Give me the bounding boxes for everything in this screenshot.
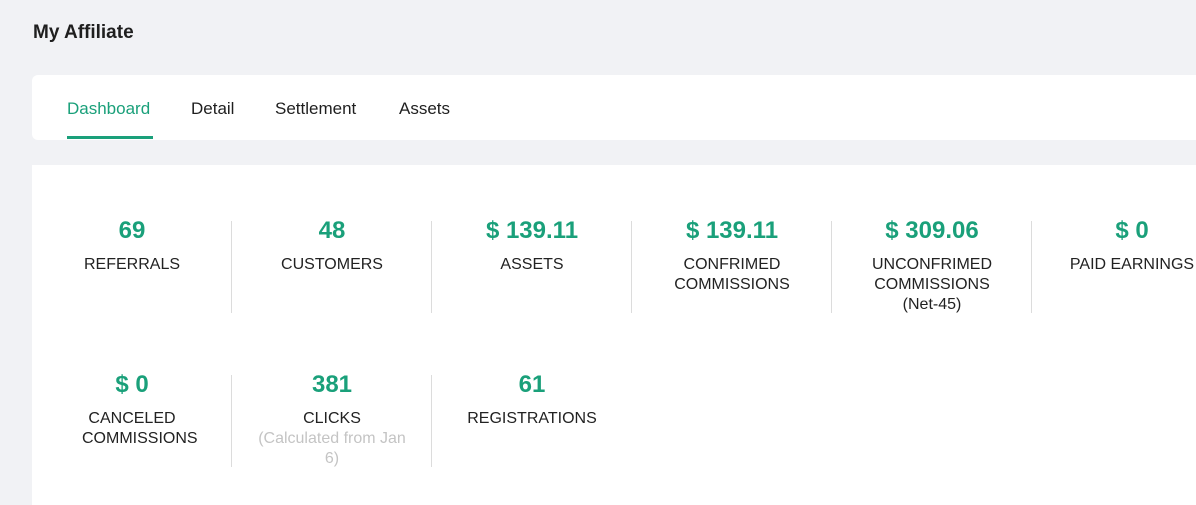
stat-value: $ 0	[1115, 217, 1149, 244]
stat-label: CANCELED COMMISSIONS	[82, 410, 198, 447]
stat-note: (Calculated from Jan 6)	[258, 430, 406, 467]
stat-referrals: 69 REFERRALS	[32, 217, 232, 275]
stat-assets: $ 139.11 ASSETS	[432, 217, 632, 275]
stat-label: REFERRALS	[83, 256, 181, 273]
stat-value: 48	[318, 217, 346, 244]
tab-detail[interactable]: Detail	[191, 99, 234, 119]
stat-label: CLICKS	[303, 410, 361, 427]
stat-value: $ 139.11	[685, 217, 779, 244]
page-title: My Affiliate	[33, 22, 134, 43]
stat-note: (Net-45)	[902, 296, 962, 313]
tab-bar: Dashboard Detail Settlement Assets	[32, 75, 1196, 140]
stat-registrations: 61 REGISTRATIONS	[432, 371, 632, 429]
stat-value: 69	[118, 217, 146, 244]
stat-label: PAID EARNINGS	[1069, 256, 1195, 273]
tab-dashboard[interactable]: Dashboard	[67, 99, 150, 119]
stat-clicks: 381 CLICKS (Calculated from Jan 6)	[232, 371, 432, 469]
tab-assets[interactable]: Assets	[399, 99, 450, 119]
stat-value: 381	[311, 371, 353, 398]
stat-value: $ 139.11	[485, 217, 579, 244]
stat-label: ASSETS	[500, 256, 564, 273]
tab-settlement[interactable]: Settlement	[275, 99, 356, 119]
stat-value: $ 0	[115, 371, 149, 398]
stat-label: CUSTOMERS	[281, 256, 383, 273]
stat-value: $ 309.06	[885, 217, 979, 244]
stat-paid-earnings: $ 0 PAID EARNINGS	[1032, 217, 1196, 275]
stat-label: UNCONFRIMED COMMISSIONS	[872, 256, 992, 293]
active-tab-indicator	[67, 136, 153, 139]
stat-label: REGISTRATIONS	[467, 410, 597, 427]
stat-canceled-commissions: $ 0 CANCELED COMMISSIONS	[32, 371, 232, 449]
stat-confirmed-commissions: $ 139.11 CONFRIMED COMMISSIONS	[632, 217, 832, 295]
stat-unconfirmed-commissions: $ 309.06 UNCONFRIMED COMMISSIONS (Net-45…	[832, 217, 1032, 315]
stat-customers: 48 CUSTOMERS	[232, 217, 432, 275]
stat-label: CONFRIMED COMMISSIONS	[674, 256, 790, 293]
stat-value: 61	[518, 371, 546, 398]
stats-panel: 69 REFERRALS 48 CUSTOMERS $ 139.11 ASSET…	[32, 165, 1196, 505]
